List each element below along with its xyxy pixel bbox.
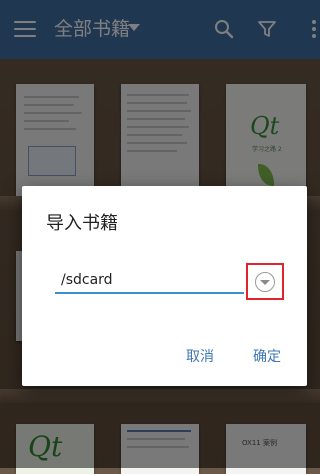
chevron-down-icon [260, 280, 270, 285]
dropdown-circle-icon [255, 272, 275, 292]
cancel-button[interactable]: 取消 [186, 346, 214, 366]
import-books-dialog: 导入书籍 取消 确定 [22, 186, 307, 386]
dialog-title: 导入书籍 [46, 213, 118, 234]
input-underline [55, 292, 244, 294]
ok-button[interactable]: 确定 [253, 346, 281, 366]
path-dropdown-button[interactable] [246, 263, 284, 300]
path-input[interactable] [55, 268, 251, 292]
